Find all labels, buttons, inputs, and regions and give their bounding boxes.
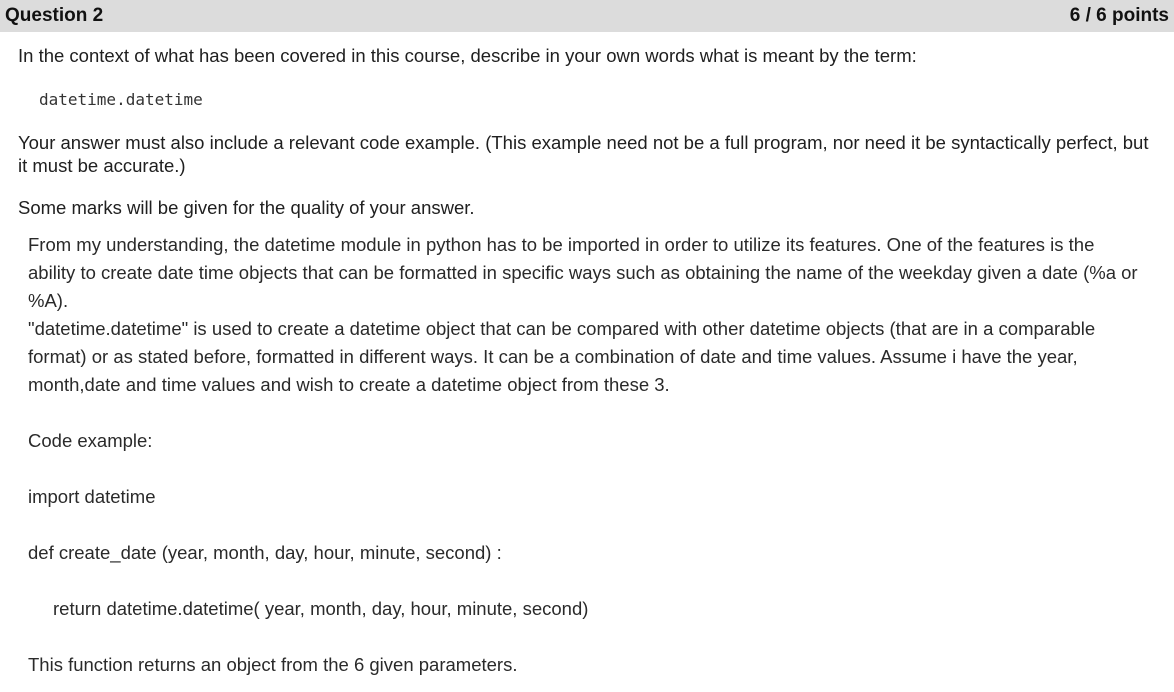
answer-code-label: Code example: [28, 430, 153, 451]
answer-spacer [28, 455, 1146, 483]
answer-paragraph-1: From my understanding, the datetime modu… [28, 234, 1138, 311]
answer-spacer [28, 623, 1146, 651]
question-requirement: Your answer must also include a relevant… [18, 132, 1149, 176]
answer-code-import: import datetime [28, 486, 156, 507]
answer-paragraph-2: "datetime.datetime" is used to create a … [28, 318, 1096, 395]
answer-spacer [28, 399, 1146, 427]
answer-spacer [28, 567, 1146, 595]
answer-closing: This function returns an object from the… [28, 654, 518, 675]
question-header: Question 2 6 / 6 points [0, 0, 1174, 32]
answer-code-def: def create_date (year, month, day, hour,… [28, 542, 502, 563]
question-score: 6 / 6 points [1069, 5, 1169, 26]
answer-spacer [28, 511, 1146, 539]
student-answer: From my understanding, the datetime modu… [0, 231, 1174, 679]
answer-code-return: return datetime.datetime( year, month, d… [53, 598, 589, 619]
question-prompt: In the context of what has been covered … [18, 45, 917, 66]
question-marks-note: Some marks will be given for the quality… [18, 197, 475, 218]
question-body: In the context of what has been covered … [0, 44, 1174, 219]
question-title: Question 2 [5, 5, 104, 26]
question-term-code: datetime.datetime [39, 90, 203, 109]
